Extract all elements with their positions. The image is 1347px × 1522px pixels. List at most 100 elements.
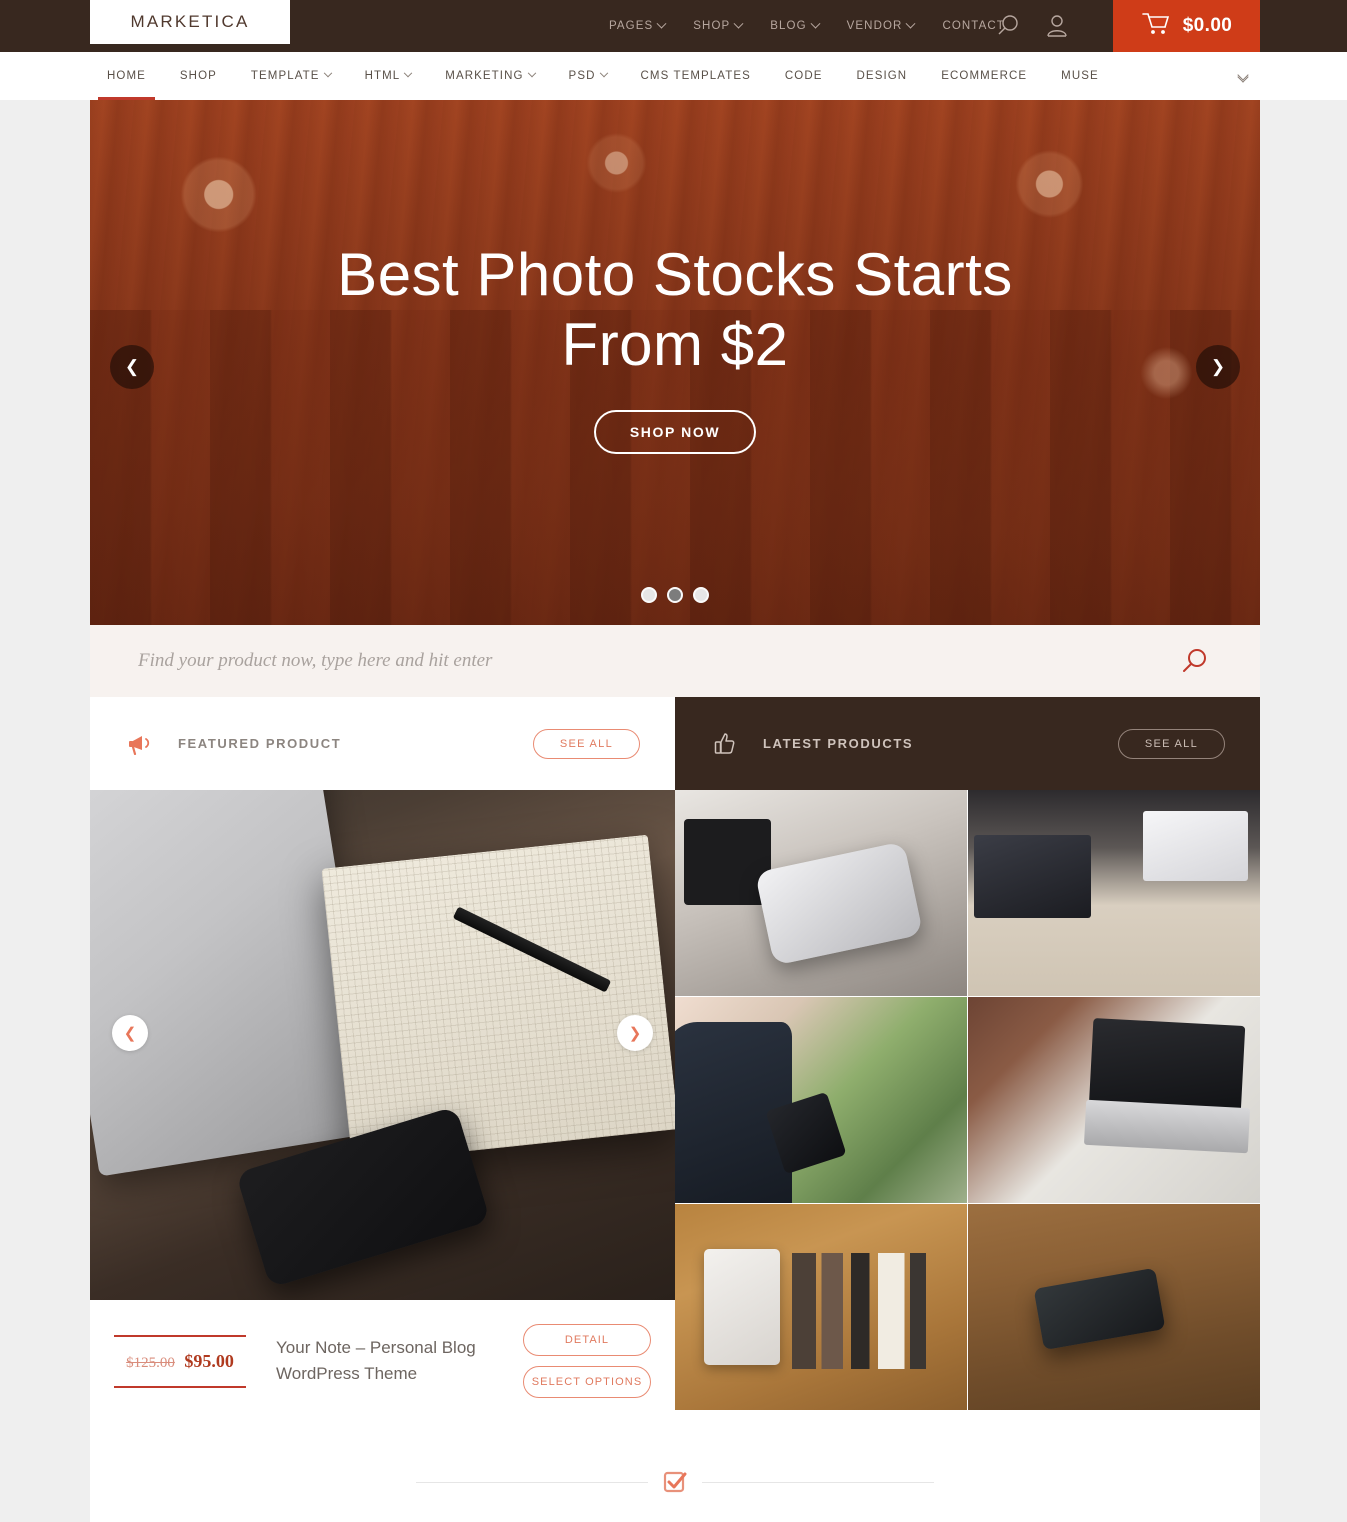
search-icon[interactable] xyxy=(995,13,1021,39)
mainnav-label: SHOP xyxy=(179,70,217,82)
user-icon[interactable] xyxy=(1045,13,1069,39)
chevron-right-icon: ❯ xyxy=(628,1025,642,1042)
section-divider xyxy=(90,1422,1260,1522)
site-logo[interactable]: MARKETICA xyxy=(90,0,290,44)
thumbs-up-icon xyxy=(713,732,741,756)
cart-total: $0.00 xyxy=(1182,15,1233,36)
featured-see-all-button[interactable]: SEE ALL xyxy=(532,728,640,759)
detail-button[interactable]: DETAIL xyxy=(523,1324,651,1356)
latest-product-item-5[interactable] xyxy=(675,1204,967,1410)
product-actions: DETAIL SELECT OPTIONS xyxy=(523,1324,651,1398)
latest-see-all-button[interactable]: SEE ALL xyxy=(1117,728,1225,759)
hero-title: Best Photo Stocks Starts From $2 xyxy=(337,241,1013,378)
mainnav-item-home[interactable]: HOME xyxy=(90,52,163,100)
mainnav-item-muse[interactable]: MUSE xyxy=(1044,52,1116,100)
top-bar-icons xyxy=(995,0,1069,52)
latest-products-grid xyxy=(675,790,1260,1410)
latest-product-item-1[interactable] xyxy=(675,790,967,996)
mainnav-item-design[interactable]: DESIGN xyxy=(840,52,925,100)
top-nav-item-vendor[interactable]: VENDOR xyxy=(833,18,929,32)
mainnav-label: DESIGN xyxy=(856,70,908,82)
chevron-left-icon: ❮ xyxy=(124,357,140,376)
hero-dot-2[interactable] xyxy=(667,587,683,603)
mainnav-item-html[interactable]: HTML xyxy=(348,52,429,100)
mainnav-item-shop[interactable]: SHOP xyxy=(163,52,234,100)
latest-section-header: LATEST PRODUCTS SEE ALL xyxy=(675,697,1260,790)
featured-prev-button[interactable]: ❮ xyxy=(112,1015,148,1051)
search-input[interactable] xyxy=(90,650,1180,672)
mainnav-item-cms-templates[interactable]: CMS TEMPLATES xyxy=(624,52,768,100)
chevron-down-icon xyxy=(906,18,916,29)
divider-line-right xyxy=(702,1481,934,1483)
featured-section-header: FEATURED PRODUCT SEE ALL xyxy=(90,697,675,790)
chevron-down-icon xyxy=(599,68,608,78)
latest-section-title: LATEST PRODUCTS xyxy=(763,736,914,751)
mainnav-label: CMS TEMPLATES xyxy=(640,70,751,82)
mainnav-item-ecommerce[interactable]: ECOMMERCE xyxy=(924,52,1044,100)
main-navigation: HOME SHOP TEMPLATE HTML MARKETING PSD CM… xyxy=(0,52,1347,100)
latest-product-item-3[interactable] xyxy=(675,997,967,1203)
top-nav-label: PAGES xyxy=(609,20,654,32)
chevron-right-icon: ❯ xyxy=(1210,357,1226,376)
divider-line-left xyxy=(416,1481,648,1483)
featured-product-info: $125.00 $95.00 Your Note – Personal Blog… xyxy=(90,1300,675,1422)
product-title[interactable]: Your Note – Personal Blog WordPress Them… xyxy=(264,1335,505,1387)
top-nav-label: BLOG xyxy=(770,20,807,32)
search-submit-icon[interactable] xyxy=(1180,646,1260,676)
select-options-button[interactable]: SELECT OPTIONS xyxy=(523,1366,651,1398)
price-box: $125.00 $95.00 xyxy=(114,1334,246,1388)
checkbox-checked-icon xyxy=(662,1469,688,1495)
hero-slider: Best Photo Stocks Starts From $2 SHOP NO… xyxy=(90,100,1260,625)
hero-pagination xyxy=(90,587,1260,603)
mainnav-label: HTML xyxy=(364,70,401,82)
cart-icon xyxy=(1141,11,1171,42)
mainnav-item-psd[interactable]: PSD xyxy=(552,52,624,100)
hero-dot-3[interactable] xyxy=(693,587,709,603)
featured-product-panel: FEATURED PRODUCT SEE ALL ❮ ❯ $125.00 $95… xyxy=(90,697,675,1422)
mainnav-label: ECOMMERCE xyxy=(941,70,1028,82)
top-nav-label: VENDOR xyxy=(846,20,903,32)
megaphone-icon xyxy=(128,733,156,755)
chevron-down-icon xyxy=(733,18,744,29)
shop-now-button[interactable]: SHOP NOW xyxy=(593,410,757,454)
product-search-bar xyxy=(90,625,1260,697)
chevron-down-icon xyxy=(656,18,667,29)
mainnav-label: MARKETING xyxy=(445,70,524,82)
product-panels: FEATURED PRODUCT SEE ALL ❮ ❯ $125.00 $95… xyxy=(90,697,1260,1422)
hero-dot-1[interactable] xyxy=(641,587,657,603)
logo-text: MARKETICA xyxy=(130,12,250,31)
chevron-down-icon xyxy=(810,18,821,29)
price-new: $95.00 xyxy=(184,1350,234,1371)
top-nav-item-shop[interactable]: SHOP xyxy=(679,18,756,32)
top-navigation: PAGES SHOP BLOG VENDOR CONTACT xyxy=(595,0,1019,52)
featured-next-button[interactable]: ❯ xyxy=(617,1015,653,1051)
chevron-down-icon xyxy=(404,68,413,78)
chevron-left-icon: ❮ xyxy=(123,1025,137,1042)
mainnav-item-template[interactable]: TEMPLATE xyxy=(234,52,348,100)
mainnav-label: HOME xyxy=(107,70,146,82)
page-canvas: Best Photo Stocks Starts From $2 SHOP NO… xyxy=(0,100,1347,1522)
mainnav-label: PSD xyxy=(568,70,596,82)
latest-product-item-4[interactable] xyxy=(968,997,1260,1203)
cart-button[interactable]: $0.00 xyxy=(1113,0,1260,52)
top-nav-label: SHOP xyxy=(693,20,731,32)
hero-next-button[interactable]: ❯ xyxy=(1196,345,1240,389)
chevron-down-icon xyxy=(527,68,536,78)
chevron-down-icon xyxy=(323,68,332,78)
hero-prev-button[interactable]: ❮ xyxy=(110,345,154,389)
latest-product-item-2[interactable] xyxy=(968,790,1260,996)
top-nav-item-blog[interactable]: BLOG xyxy=(756,18,832,32)
mainnav-label: TEMPLATE xyxy=(250,70,320,82)
mainnav-item-marketing[interactable]: MARKETING xyxy=(428,52,551,100)
latest-product-item-6[interactable] xyxy=(968,1204,1260,1410)
top-bar: MARKETICA PAGES SHOP BLOG VENDOR CONTACT xyxy=(0,0,1347,52)
price-old: $125.00 xyxy=(126,1354,175,1371)
featured-section-title: FEATURED PRODUCT xyxy=(178,736,342,751)
mainnav-item-code[interactable]: CODE xyxy=(768,52,840,100)
double-chevron-down-icon[interactable] xyxy=(1237,69,1249,83)
latest-products-panel: LATEST PRODUCTS SEE ALL xyxy=(675,697,1260,1422)
page-content: Best Photo Stocks Starts From $2 SHOP NO… xyxy=(90,100,1260,1522)
mainnav-label: CODE xyxy=(784,70,823,82)
top-nav-item-pages[interactable]: PAGES xyxy=(595,18,679,32)
featured-product-image[interactable]: ❮ ❯ xyxy=(90,790,675,1300)
